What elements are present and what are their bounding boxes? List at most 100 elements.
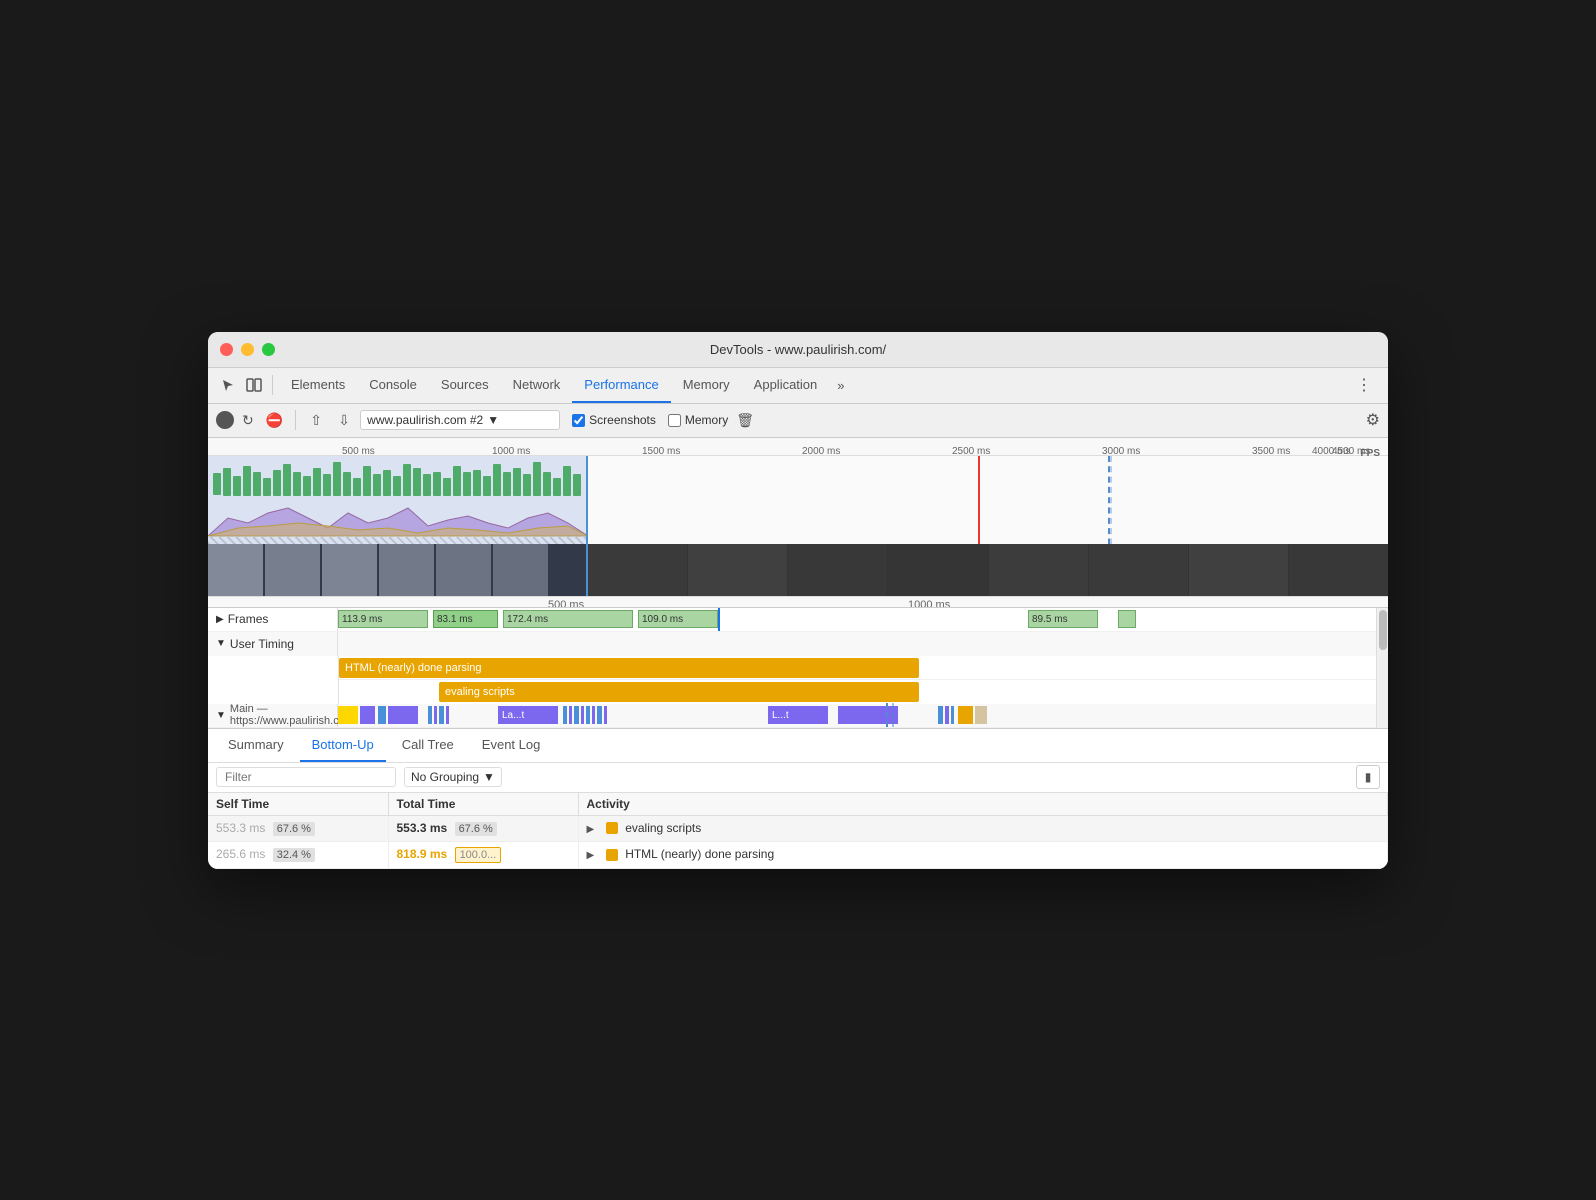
more-tabs-button[interactable]: » <box>829 367 852 403</box>
screenshot-2 <box>265 544 320 596</box>
tab-call-tree[interactable]: Call Tree <box>390 728 466 762</box>
timeline-ruler: 500 ms 1000 ms 1500 ms 2000 ms 2500 ms 3… <box>208 438 1388 456</box>
screenshot-r3 <box>788 544 887 596</box>
main-block-blue-1 <box>378 706 386 724</box>
screenshot-r1 <box>588 544 687 596</box>
tab-application[interactable]: Application <box>742 367 830 403</box>
total-pct-1: 67.6 % <box>455 822 497 836</box>
timeline-charts[interactable] <box>208 456 1388 596</box>
main-block-tan-1 <box>975 706 987 724</box>
main-block-small-r3 <box>951 706 954 724</box>
main-thread-content[interactable]: La...t L...t <box>338 703 1376 727</box>
tab-network[interactable]: Network <box>501 367 573 403</box>
dashed-2 <box>892 703 894 727</box>
tab-performance[interactable]: Performance <box>572 367 670 403</box>
main-block-small-1 <box>428 706 432 724</box>
screenshots-checkbox[interactable] <box>572 414 585 427</box>
stop-button[interactable]: ⛔ <box>262 410 287 431</box>
bottom-tabs: Summary Bottom-Up Call Tree Event Log <box>208 729 1388 763</box>
grouping-label: No Grouping <box>411 770 479 784</box>
grouping-select[interactable]: No Grouping ▼ <box>404 767 502 787</box>
expand-icon-2[interactable]: ▶ <box>587 850 599 862</box>
screenshot-r8 <box>1289 544 1388 596</box>
frame-1: 113.9 ms <box>338 610 428 628</box>
flame-scrollbar[interactable] <box>1376 608 1388 728</box>
main-block-lt-1: L...t <box>768 706 828 724</box>
window-title: DevTools - www.paulirish.com/ <box>710 342 886 357</box>
user-timing-expand-icon[interactable]: ▼ <box>216 638 226 649</box>
self-time-cell-1: 553.3 ms 67.6 % <box>208 815 388 841</box>
total-time-value-2: 818.9 ms <box>397 847 448 861</box>
activity-table: Self Time Total Time Activity 553.3 ms 6… <box>208 793 1388 869</box>
memory-checkbox[interactable] <box>668 414 681 427</box>
timeline-bottom-ruler: ... 500 ms 1000 ms <box>208 596 1388 608</box>
settings-button[interactable]: ⚙ <box>1366 410 1380 430</box>
minimize-button[interactable] <box>241 343 254 356</box>
main-thread-expand-icon[interactable]: ▼ <box>216 710 226 721</box>
frame-small <box>1118 610 1136 628</box>
cursor-icon[interactable] <box>216 373 240 397</box>
activity-color-1 <box>606 822 618 834</box>
menu-button[interactable]: ⋮ <box>1348 375 1380 395</box>
tab-sources[interactable]: Sources <box>429 367 501 403</box>
evaling-scripts-bar[interactable]: evaling scripts <box>439 682 919 702</box>
maximize-button[interactable] <box>262 343 275 356</box>
total-time-cell-1: 553.3 ms 67.6 % <box>388 815 578 841</box>
tab-summary[interactable]: Summary <box>216 728 296 762</box>
dock-icon[interactable] <box>242 373 266 397</box>
frames-content[interactable]: 113.9 ms 83.1 ms 172.4 ms 109.0 ms 89.5 … <box>338 608 1376 632</box>
url-selector[interactable]: www.paulirish.com #2 ▼ <box>360 410 560 430</box>
tab-console[interactable]: Console <box>357 367 429 403</box>
frames-row: ▶ Frames 113.9 ms 83.1 ms 172.4 ms 109.0… <box>208 608 1376 632</box>
flame-chart[interactable]: ▶ Frames 113.9 ms 83.1 ms 172.4 ms 109.0… <box>208 608 1388 729</box>
main-block-small-5 <box>563 706 567 724</box>
total-pct-2: 100.0... <box>455 847 502 863</box>
record-button[interactable] <box>216 411 234 429</box>
main-block-orange-1 <box>958 706 973 724</box>
activity-name-1: evaling scripts <box>625 821 701 835</box>
user-timing-bar-2-row: evaling scripts <box>339 680 1376 704</box>
timeline-overview[interactable]: 500 ms 1000 ms 1500 ms 2000 ms 2500 ms 3… <box>208 438 1388 608</box>
col-total-time[interactable]: Total Time <box>388 793 578 816</box>
tab-bottom-up[interactable]: Bottom-Up <box>300 728 386 762</box>
frame-5: 89.5 ms <box>1028 610 1098 628</box>
reload-button[interactable]: ↻ <box>238 410 258 431</box>
memory-checkbox-label[interactable]: Memory <box>668 413 728 427</box>
tab-event-log[interactable]: Event Log <box>470 728 553 762</box>
user-timing-text: User Timing <box>230 637 294 651</box>
bottom-panel: Summary Bottom-Up Call Tree Event Log No… <box>208 729 1388 869</box>
sidebar-toggle-button[interactable]: ▮ <box>1356 765 1380 789</box>
expand-icon-1[interactable]: ▶ <box>587 824 599 836</box>
fps-chart <box>208 458 588 498</box>
download-icon[interactable]: ⇩ <box>332 408 356 432</box>
user-timing-bars: HTML (nearly) done parsing evaling scrip… <box>338 656 1376 704</box>
main-block-small-8 <box>581 706 584 724</box>
screenshot-3 <box>322 544 377 596</box>
nav-toolbar: Elements Console Sources Network Perform… <box>208 368 1388 404</box>
frame-2: 83.1 ms <box>433 610 498 628</box>
main-thread-label: ▼ Main — https://www.paulirish.com/ <box>208 704 338 727</box>
tab-memory[interactable]: Memory <box>671 367 742 403</box>
screenshot-r6 <box>1089 544 1188 596</box>
main-block-small-12 <box>604 706 607 724</box>
hatch-area <box>208 536 586 544</box>
user-timing-content[interactable] <box>338 632 1376 656</box>
tab-elements[interactable]: Elements <box>279 367 357 403</box>
col-self-time[interactable]: Self Time <box>208 793 388 816</box>
main-block-lat-1: La...t <box>498 706 558 724</box>
self-pct-2: 32.4 % <box>273 848 315 862</box>
grouping-dropdown-icon: ▼ <box>483 770 495 784</box>
screenshots-strip <box>208 544 588 596</box>
filter-input[interactable] <box>216 767 396 787</box>
screenshots-checkbox-label[interactable]: Screenshots <box>572 413 656 427</box>
screenshot-r4 <box>888 544 987 596</box>
activity-cell-1: ▶ evaling scripts <box>578 815 1388 841</box>
upload-icon[interactable]: ⇧ <box>304 408 328 432</box>
scrollbar-thumb[interactable] <box>1379 610 1387 650</box>
html-done-parsing-bar[interactable]: HTML (nearly) done parsing <box>339 658 919 678</box>
clear-button[interactable]: 🗑 <box>736 412 754 429</box>
col-activity[interactable]: Activity <box>578 793 1388 816</box>
main-block-small-10 <box>592 706 595 724</box>
close-button[interactable] <box>220 343 233 356</box>
frames-expand-icon[interactable]: ▶ <box>216 614 224 625</box>
